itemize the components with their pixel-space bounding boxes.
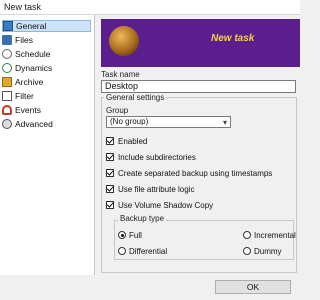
sidebar-item-label: Files (15, 35, 33, 45)
sidebar-item-filter[interactable]: Filter (2, 90, 91, 102)
backup-type-incremental-radio[interactable]: Incremental (243, 230, 296, 240)
title-bar: New task (0, 0, 300, 15)
file-attribute-logic-checkbox[interactable]: Use file attribute logic (106, 184, 194, 194)
dynamics-icon (2, 63, 12, 73)
banner-title: New task (211, 33, 255, 44)
timestamps-checkbox[interactable]: Create separated backup using timestamps (106, 168, 272, 178)
sidebar-item-archive[interactable]: Archive (2, 76, 91, 88)
sidebar-item-schedule[interactable]: Schedule (2, 48, 91, 60)
events-icon (2, 105, 12, 115)
radio-dot (243, 231, 251, 239)
sidebar-item-label: Dynamics (15, 63, 53, 73)
sidebar-item-label: Filter (15, 91, 34, 101)
sidebar-item-advanced[interactable]: Advanced (2, 118, 91, 130)
sidebar-item-label: General (16, 21, 47, 31)
filter-icon (2, 91, 12, 101)
checkbox-box (106, 185, 114, 193)
radio-label: Incremental (254, 230, 296, 240)
sidebar-item-label: Archive (15, 77, 44, 87)
new-task-window: New task General Files Schedule Dynamics… (0, 0, 300, 300)
general-settings-title: General settings (104, 93, 167, 102)
radio-label: Dummy (254, 246, 282, 256)
sidebar: General Files Schedule Dynamics Archive … (0, 15, 95, 275)
checkbox-box (106, 153, 114, 161)
checkbox-label: Include subdirectories (118, 152, 196, 162)
sidebar-item-files[interactable]: Files (2, 34, 91, 46)
checkbox-box (106, 201, 114, 209)
sidebar-item-events[interactable]: Events (2, 104, 91, 116)
backup-type-dummy-radio[interactable]: Dummy (243, 246, 282, 256)
checkbox-box (106, 137, 114, 145)
globe-icon (109, 26, 139, 56)
backup-type-differential-radio[interactable]: Differential (118, 246, 167, 256)
schedule-icon (2, 49, 12, 59)
group-select-value: (No group) (110, 117, 149, 126)
radio-dot (118, 247, 126, 255)
radio-dot (118, 231, 126, 239)
sidebar-item-label: Events (15, 105, 41, 115)
sidebar-item-label: Advanced (15, 119, 53, 129)
task-name-input[interactable]: Desktop (101, 80, 296, 93)
sidebar-item-dynamics[interactable]: Dynamics (2, 62, 91, 74)
checkbox-label: Create separated backup using timestamps (118, 168, 273, 178)
window-title: New task (4, 2, 42, 12)
general-icon (3, 21, 13, 31)
checkbox-label: Enabled (118, 136, 148, 146)
include-subdirectories-checkbox[interactable]: Include subdirectories (106, 152, 196, 162)
volume-shadow-copy-checkbox[interactable]: Use Volume Shadow Copy (106, 200, 213, 210)
advanced-icon (2, 119, 12, 129)
sidebar-item-general[interactable]: General (2, 20, 91, 32)
ok-button[interactable]: OK (215, 280, 291, 294)
radio-dot (243, 247, 251, 255)
archive-icon (2, 77, 12, 87)
files-icon (2, 35, 12, 45)
enabled-checkbox[interactable]: Enabled (106, 136, 147, 146)
group-label: Group (106, 106, 129, 115)
task-name-label: Task name (101, 70, 140, 79)
checkbox-label: Use file attribute logic (118, 184, 195, 194)
backup-type-title: Backup type (118, 214, 167, 223)
checkbox-box (106, 169, 114, 177)
radio-label: Full (129, 230, 142, 240)
sidebar-item-label: Schedule (15, 49, 51, 59)
radio-label: Differential (129, 246, 168, 256)
backup-type-full-radio[interactable]: Full (118, 230, 142, 240)
chevron-down-icon: ▾ (222, 118, 227, 127)
header-banner: New task (101, 19, 300, 67)
checkbox-label: Use Volume Shadow Copy (118, 200, 214, 210)
group-select[interactable]: (No group) ▾ (106, 116, 231, 128)
